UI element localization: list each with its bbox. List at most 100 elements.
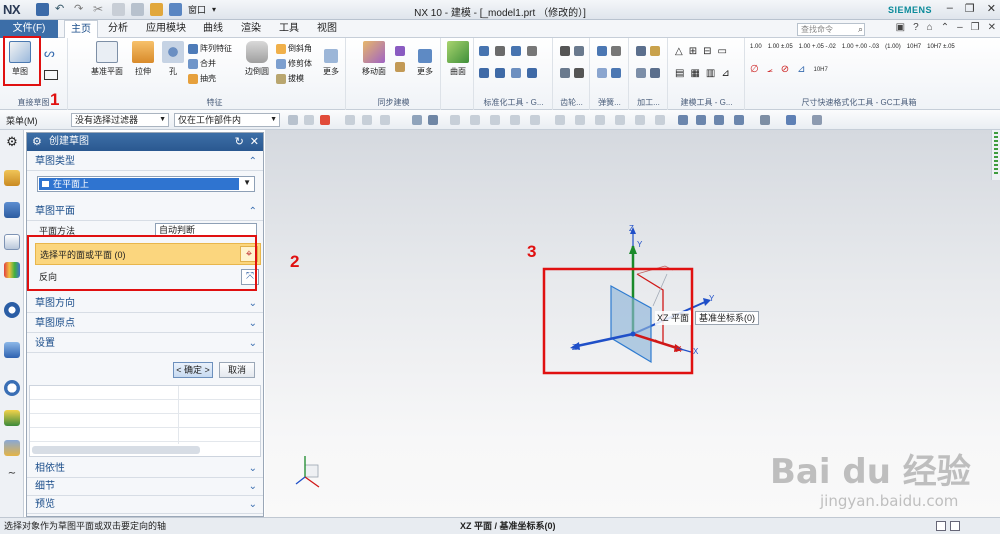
graphics-side-handle[interactable] <box>991 130 1000 180</box>
web-browser-icon[interactable] <box>4 302 20 318</box>
snap-point-icon[interactable] <box>615 115 625 125</box>
orient-view-icon[interactable] <box>734 115 744 125</box>
restore-icon[interactable]: ❐ <box>965 2 975 15</box>
constraint-navigator-icon[interactable] <box>4 202 20 218</box>
unite-button[interactable]: 合并 <box>188 58 216 69</box>
draft-button[interactable]: 拔模 <box>276 73 304 84</box>
horizontal-scrollbar[interactable] <box>32 446 200 454</box>
rectangle-button[interactable] <box>44 70 58 80</box>
dim-format-4[interactable]: 1.00 +.00 -.03 <box>842 44 879 50</box>
selection-scope-dropdown[interactable]: 仅在工作部件内 ▼ <box>174 113 280 127</box>
shell-button[interactable]: 抽壳 <box>188 73 216 84</box>
command-search-input[interactable]: 查找命令 <box>797 23 865 36</box>
tab-analysis[interactable]: 分析 <box>102 20 134 38</box>
sync-small-1[interactable] <box>395 46 405 56</box>
help-icon[interactable]: ? <box>913 22 919 33</box>
dim-format-6[interactable]: 10H7 <box>907 44 921 50</box>
std-tools-row-2[interactable] <box>479 68 537 78</box>
pattern-feature-button[interactable]: 阵列特征 <box>188 43 232 54</box>
status-window-icon[interactable] <box>936 521 946 531</box>
cut-icon[interactable]: ✂ <box>93 3 106 16</box>
sync-small-2[interactable] <box>395 62 405 72</box>
filter-icon[interactable] <box>362 115 372 125</box>
settings-section[interactable]: 设置 ⌄ <box>27 335 263 353</box>
hole-button[interactable]: 孔 <box>158 41 188 77</box>
window-menu-icon[interactable] <box>169 3 182 16</box>
cube-icon[interactable] <box>412 115 422 125</box>
sketch-orientation-section[interactable]: 草图方向 ⌄ <box>27 295 263 313</box>
tab-tools[interactable]: 工具 <box>273 20 305 38</box>
cancel-button[interactable]: 取消 <box>219 362 255 378</box>
snap-point-icon[interactable] <box>655 115 665 125</box>
gear-tools-row[interactable] <box>560 68 584 78</box>
cube-icon[interactable] <box>428 115 438 125</box>
move-face-button[interactable]: 移动面 <box>357 41 391 77</box>
system-materials-icon[interactable] <box>4 410 20 426</box>
snap-point-icon[interactable] <box>470 115 480 125</box>
tab-curve[interactable]: 曲线 <box>197 20 229 38</box>
cube-icon[interactable] <box>786 115 796 125</box>
snap-point-icon[interactable] <box>575 115 585 125</box>
close-icon[interactable]: ✕ <box>987 2 996 15</box>
spring-tools-row[interactable] <box>597 68 621 78</box>
snap-point-icon[interactable] <box>555 115 565 125</box>
render-style-icon[interactable] <box>760 115 770 125</box>
snap-icon[interactable] <box>304 115 314 125</box>
chevron-up-icon[interactable]: ⌃ <box>941 22 949 33</box>
std-tools-row-1[interactable] <box>479 46 537 56</box>
dimension-tools-row[interactable]: ∅ ⦟ ⊘ ⊿ 10H7 <box>750 64 828 75</box>
minimize-icon[interactable]: – <box>957 22 963 33</box>
ok-button[interactable]: < 确定 > <box>173 362 213 378</box>
zoom-icon[interactable] <box>696 115 706 125</box>
dim-format-2[interactable]: 1.00 ±.05 <box>768 44 793 50</box>
snap-point-icon[interactable] <box>635 115 645 125</box>
paste-icon[interactable] <box>131 3 144 16</box>
repeat-command-icon[interactable] <box>150 3 163 16</box>
snap-point-icon[interactable] <box>510 115 520 125</box>
details-section[interactable]: 细节 ⌄ <box>27 478 263 496</box>
search-icon[interactable]: ⌕ <box>858 24 863 35</box>
part-navigator-icon[interactable] <box>4 234 20 250</box>
tab-application[interactable]: 应用模块 <box>140 20 192 38</box>
dimension-format-row[interactable]: 1.00 1.00 ±.05 1.00 +.05 -.02 1.00 +.00 … <box>750 44 955 50</box>
minimize-icon[interactable]: – <box>947 2 953 15</box>
close-icon[interactable]: ✕ <box>988 22 996 33</box>
extrude-button[interactable]: 拉伸 <box>128 41 158 77</box>
feature-more-button[interactable]: 更多 <box>318 41 344 77</box>
csys-origin[interactable] <box>630 331 636 337</box>
undo-icon[interactable]: ↶ <box>55 3 68 16</box>
gear-icon[interactable]: ⚙ <box>32 133 42 151</box>
ribbon-toggle-icon[interactable]: ▣ <box>896 22 905 33</box>
home-icon[interactable]: ⌂ <box>927 22 933 33</box>
filter-icon[interactable] <box>380 115 390 125</box>
chamfer-button[interactable]: 倒斜角 <box>276 43 312 54</box>
gear-tools-row[interactable] <box>560 46 584 56</box>
sketch-plane-section[interactable]: 草图平面 ⌃ <box>27 203 263 221</box>
graphics-window[interactable]: Z Y Y Z X X XZ 平面 基准坐标系(0) 3 Bai du 经验 j… <box>265 130 1000 517</box>
sketch-type-dropdown[interactable]: 在平面上 ▼ <box>37 176 255 192</box>
dim-format-7[interactable]: 10H7 ±.05 <box>927 44 955 50</box>
snap-point-icon[interactable] <box>490 115 500 125</box>
dim-format-3[interactable]: 1.00 +.05 -.02 <box>799 44 836 50</box>
tab-home[interactable]: 主页 <box>64 20 98 38</box>
assembly-navigator-icon[interactable] <box>4 170 20 186</box>
modeling-tools-row[interactable]: △ ⊞ ⊟ ▭ <box>675 46 727 57</box>
spring-tools-row[interactable] <box>597 46 621 56</box>
fit-view-icon[interactable] <box>678 115 688 125</box>
select-icon[interactable] <box>320 115 330 125</box>
rotate-icon[interactable] <box>714 115 724 125</box>
copy-icon[interactable] <box>112 3 125 16</box>
selection-filter-dropdown[interactable]: 没有选择过滤器 ▼ <box>71 113 169 127</box>
process-studio-icon[interactable] <box>4 440 20 456</box>
sketch-type-section[interactable]: 草图类型 ⌃ <box>27 153 263 171</box>
window-menu[interactable]: 窗口 <box>188 3 206 16</box>
redo-icon[interactable]: ↷ <box>74 3 87 16</box>
datum-plane-button[interactable]: 基准平面 <box>88 41 126 77</box>
surface-button[interactable]: 曲面 <box>443 41 473 77</box>
reset-icon[interactable]: ↻ <box>235 133 244 151</box>
spline-button[interactable]: ᔕ <box>44 46 55 60</box>
history-icon[interactable] <box>4 342 20 358</box>
dependency-section[interactable]: 相依性 ⌄ <box>27 460 263 478</box>
roles-icon[interactable]: ∼ <box>4 466 20 482</box>
machining-tools-row[interactable] <box>636 68 660 78</box>
